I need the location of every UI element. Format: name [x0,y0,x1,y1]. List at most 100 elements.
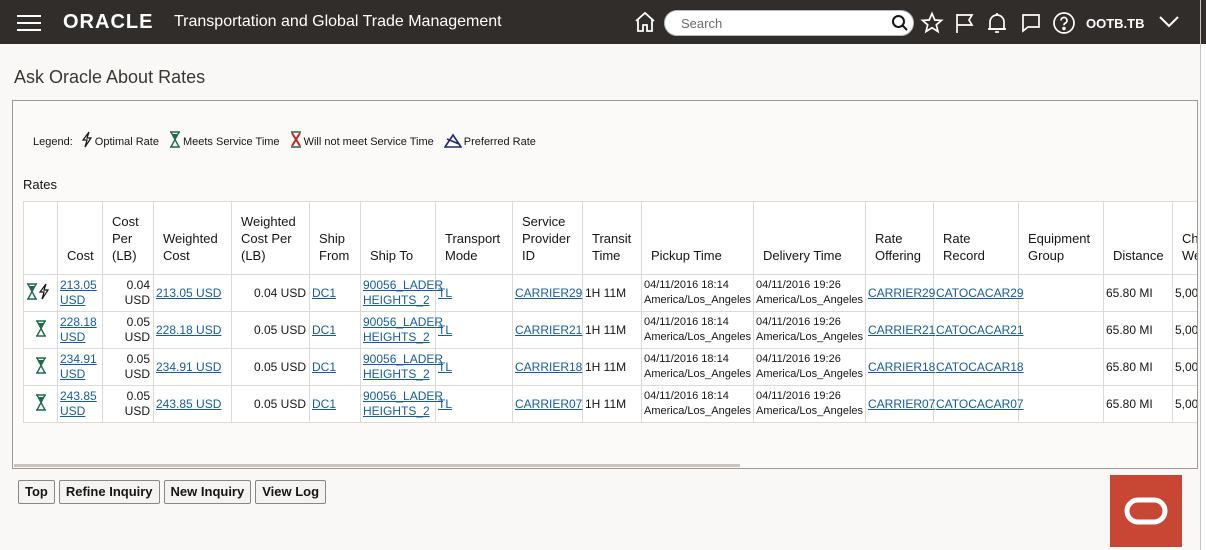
col-header-pickup-time[interactable]: Pickup Time [641,201,754,275]
delivery-time-cell: 04/11/2016 19:26 America/Los_Angeles [753,274,866,312]
legend-optimal: Optimal Rate [81,131,159,148]
transit-time-cell: 1H 11M [582,348,642,386]
col-header-ship-to[interactable]: Ship To [360,201,436,275]
ship-to-link[interactable]: 90056_LADER HEIGHTS_2 [363,389,443,418]
notifications-bell-icon[interactable] [986,11,1008,40]
menu-icon[interactable] [17,15,41,36]
legend-label: Legend: [33,136,73,148]
page-title: Ask Oracle About Rates [14,67,206,87]
user-name[interactable]: OOTB.TB [1086,16,1145,31]
cost-link[interactable]: 228.18 USD [60,315,97,344]
help-icon[interactable] [1052,11,1076,40]
rates-panel: Legend: Optimal Rate Meets Service Time … [12,100,1198,469]
rate-record-link[interactable]: CATOCACAR21 [936,323,1024,337]
search-icon[interactable] [891,14,909,37]
ship-to-link[interactable]: 90056_LADER HEIGHTS_2 [363,278,443,307]
equipment-group-cell [1018,274,1104,312]
top-bar: ORACLE Transportation and Global Trade M… [0,0,1200,44]
action-buttons: Top Refine Inquiry New Inquiry View Log [18,480,330,504]
pickup-time-cell: 04/11/2016 18:14 America/Los_Angeles [641,274,754,312]
col-header-icons [23,201,58,275]
ship-to-link[interactable]: 90056_LADER HEIGHTS_2 [363,315,443,344]
table-row[interactable]: 234.91 USD 0.05 USD 234.91 USD 0.05 USD … [23,348,1197,386]
cost-per-cell: 0.05 USD [102,385,154,423]
row-status-icons [23,311,58,349]
transport-mode-link[interactable]: TL [438,397,452,411]
col-header-delivery-time[interactable]: Delivery Time [753,201,866,275]
service-provider-link[interactable]: CARRIER07 [515,397,582,411]
transport-mode-link[interactable]: TL [438,323,452,337]
vertical-scrollbar[interactable] [1200,0,1206,550]
chevron-down-icon[interactable] [1158,14,1180,35]
distance-cell: 65.80 MI [1103,274,1173,312]
chat-icon[interactable] [1020,11,1042,40]
cost-link[interactable]: 213.05 USD [60,278,97,307]
col-header-service-provider[interactable]: Service Provider ID [512,201,583,275]
cost-link[interactable]: 243.85 USD [60,389,97,418]
view-log-button[interactable]: View Log [255,480,327,504]
table-row[interactable]: 243.85 USD 0.05 USD 243.85 USD 0.05 USD … [23,385,1197,423]
col-header-rate-record[interactable]: Rate Record [933,201,1019,275]
top-button[interactable]: Top [18,480,55,504]
lightning-icon [81,131,92,148]
ship-to-link[interactable]: 90056_LADER HEIGHTS_2 [363,352,443,381]
rate-offering-link[interactable]: CARRIER21 [868,323,935,337]
rate-record-link[interactable]: CATOCACAR18 [936,360,1024,374]
col-header-weighted-cost[interactable]: Weighted Cost [153,201,232,275]
transit-time-cell: 1H 11M [582,311,642,349]
rate-record-link[interactable]: CATOCACAR07 [936,397,1024,411]
home-icon[interactable] [633,10,657,39]
col-header-ship-from[interactable]: Ship From [309,201,361,275]
col-header-distance[interactable]: Distance [1103,201,1173,275]
pickup-time-cell: 04/11/2016 18:14 America/Los_Angeles [641,311,754,349]
weighted-cost-link[interactable]: 213.05 USD [156,286,221,300]
distance-cell: 65.80 MI [1103,385,1173,423]
row-status-icons [23,385,58,423]
col-header-chargeable-weight[interactable]: Ch We [1172,201,1197,275]
delivery-time-cell: 04/11/2016 19:26 America/Los_Angeles [753,385,866,423]
weighted-cost-per-cell: 0.04 USD [231,274,310,312]
weighted-cost-link[interactable]: 243.85 USD [156,397,221,411]
cost-link[interactable]: 234.91 USD [60,352,97,381]
legend: Legend: Optimal Rate Meets Service Time … [33,131,546,148]
service-provider-link[interactable]: CARRIER18 [515,360,582,374]
search-input[interactable] [679,15,883,32]
col-header-transit-time[interactable]: Transit Time [582,201,642,275]
table-row[interactable]: 228.18 USD 0.05 USD 228.18 USD 0.05 USD … [23,311,1197,349]
oracle-logo[interactable]: ORACLE [63,11,153,34]
hourglass-icon [35,393,46,411]
delivery-time-cell: 04/11/2016 19:26 America/Los_Angeles [753,311,866,349]
rate-offering-link[interactable]: CARRIER29 [868,286,935,300]
col-header-cost-per[interactable]: Cost Per (LB) [102,201,154,275]
chargeable-weight-cell: 5,000 [1172,348,1197,386]
favorites-star-icon[interactable] [920,11,944,40]
service-provider-link[interactable]: CARRIER21 [515,323,582,337]
ship-from-link[interactable]: DC1 [312,360,336,374]
table-header-row: Cost Cost Per (LB) Weighted Cost Weighte… [23,201,1197,275]
oracle-assistant-button[interactable] [1110,475,1182,547]
search-box[interactable] [664,10,914,36]
refine-inquiry-button[interactable]: Refine Inquiry [58,480,160,504]
weighted-cost-link[interactable]: 228.18 USD [156,323,221,337]
col-header-cost[interactable]: Cost [57,201,103,275]
flag-icon[interactable] [954,11,976,40]
rates-section-title: Rates [23,177,57,192]
col-header-rate-offering[interactable]: Rate Offering [865,201,934,275]
rate-offering-link[interactable]: CARRIER18 [868,360,935,374]
ship-from-link[interactable]: DC1 [312,323,336,337]
rate-record-link[interactable]: CATOCACAR29 [936,286,1024,300]
ship-from-link[interactable]: DC1 [312,397,336,411]
distance-cell: 65.80 MI [1103,348,1173,386]
service-provider-link[interactable]: CARRIER29 [515,286,582,300]
col-header-transport-mode[interactable]: Transport Mode [435,201,513,275]
transport-mode-link[interactable]: TL [438,286,452,300]
new-inquiry-button[interactable]: New Inquiry [163,480,252,504]
weighted-cost-link[interactable]: 234.91 USD [156,360,221,374]
ship-from-link[interactable]: DC1 [312,286,336,300]
table-row[interactable]: 213.05 USD 0.04 USD 213.05 USD 0.04 USD … [23,274,1197,312]
col-header-weighted-cost-per[interactable]: Weighted Cost Per (LB) [231,201,310,275]
rate-offering-link[interactable]: CARRIER07 [868,397,935,411]
col-header-equipment-group[interactable]: Equipment Group [1018,201,1104,275]
transport-mode-link[interactable]: TL [438,360,452,374]
horizontal-scrollbar[interactable] [14,464,740,467]
